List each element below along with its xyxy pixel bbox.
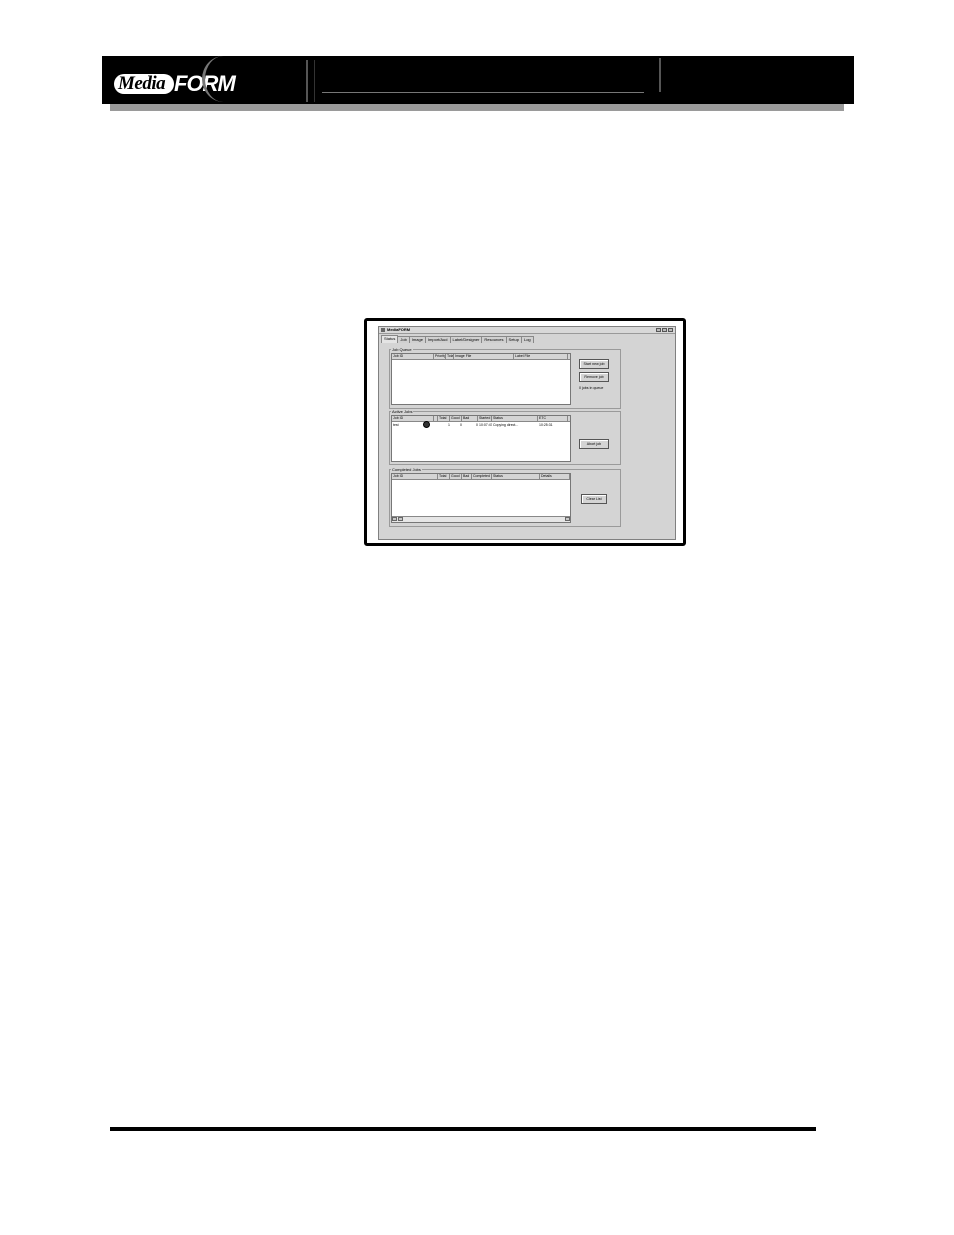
job-id-cell: test bbox=[393, 423, 399, 427]
column-header[interactable]: Bad bbox=[462, 416, 478, 421]
column-header[interactable]: Started bbox=[478, 416, 492, 421]
tab-resources[interactable]: Resources bbox=[481, 336, 507, 343]
column-header[interactable]: Total bbox=[438, 416, 450, 421]
column-header[interactable]: Bad bbox=[462, 474, 472, 479]
banner-divider bbox=[306, 60, 308, 102]
job-queue-header: Job ID Priority Total Image File Label F… bbox=[392, 354, 570, 360]
window-controls bbox=[656, 328, 673, 332]
column-header[interactable]: Job ID bbox=[392, 474, 438, 479]
scroll-left-icon[interactable] bbox=[392, 517, 397, 521]
active-jobs-label: Active Jobs bbox=[391, 409, 414, 414]
scroll-thumb[interactable] bbox=[398, 517, 403, 521]
logo-swoosh bbox=[202, 56, 245, 102]
remove-job-button[interactable]: Remove job bbox=[579, 372, 609, 382]
tab-image[interactable]: Image bbox=[408, 336, 426, 343]
minimize-icon[interactable] bbox=[656, 328, 661, 332]
footer-rule bbox=[110, 1127, 816, 1131]
tab-setup[interactable]: Setup bbox=[505, 336, 522, 343]
abort-job-button[interactable]: Abort job bbox=[579, 439, 609, 449]
tab-log[interactable]: Log bbox=[520, 336, 534, 343]
column-header[interactable]: Priority bbox=[434, 354, 446, 359]
column-header[interactable]: Details bbox=[540, 474, 570, 479]
tab-status[interactable]: Status bbox=[381, 335, 399, 343]
banner-divider bbox=[314, 60, 315, 102]
column-header[interactable]: Label File bbox=[514, 354, 568, 359]
tab-strip: Status Job Image Import/Aud Label/Design… bbox=[381, 335, 534, 343]
active-jobs-list[interactable]: Job ID Total Good Bad Started Status ETC… bbox=[391, 415, 571, 462]
total-cell: 1 bbox=[448, 423, 450, 427]
clear-list-button[interactable]: Clear List bbox=[581, 494, 607, 504]
column-header[interactable]: Total bbox=[438, 474, 450, 479]
column-header[interactable]: Completed bbox=[472, 474, 492, 479]
job-queue-list[interactable]: Job ID Priority Total Image File Label F… bbox=[391, 353, 571, 405]
app-icon bbox=[381, 328, 385, 332]
column-header[interactable]: ETC bbox=[538, 416, 568, 421]
column-header[interactable]: Total bbox=[446, 354, 454, 359]
completed-jobs-header: Job ID Total Good Bad Completed Status D… bbox=[392, 474, 570, 480]
etc-cell: 10:25:31 bbox=[539, 423, 553, 427]
column-header[interactable]: Status bbox=[492, 474, 540, 479]
good-cell: 0 bbox=[460, 423, 462, 427]
header-shadow bbox=[110, 104, 844, 111]
status-cell: Copying direct... bbox=[493, 423, 519, 427]
column-header[interactable]: Image File bbox=[454, 354, 514, 359]
bad-cell: 0 bbox=[476, 423, 478, 427]
mediaform-window: MediaFORM Status Job Image Import/Aud La… bbox=[378, 326, 676, 540]
window-title: MediaFORM bbox=[387, 327, 411, 332]
tab-import[interactable]: Import/Aud bbox=[424, 336, 451, 343]
logo-media-text: Media bbox=[118, 73, 166, 94]
banner-underline bbox=[322, 92, 644, 93]
column-header[interactable]: Status bbox=[492, 416, 538, 421]
column-header[interactable]: Good bbox=[450, 416, 462, 421]
close-icon[interactable] bbox=[668, 328, 673, 332]
completed-jobs-list[interactable]: Job ID Total Good Bad Completed Status D… bbox=[391, 473, 571, 523]
column-header[interactable]: Good bbox=[450, 474, 462, 479]
horizontal-scrollbar[interactable] bbox=[392, 516, 570, 522]
job-queue-label: Job Queue bbox=[391, 347, 413, 352]
jobs-in-queue-text: 0 jobs in queue bbox=[579, 386, 604, 390]
start-new-job-button[interactable]: Start new job bbox=[579, 359, 609, 369]
mediaform-logo: Media FORM bbox=[112, 56, 236, 102]
scroll-right-icon[interactable] bbox=[565, 517, 570, 521]
started-cell: 10:07:47 bbox=[479, 423, 492, 427]
table-row[interactable]: test 1 0 0 10:07:47 Copying direct... 10… bbox=[392, 422, 570, 428]
banner-divider bbox=[659, 58, 661, 92]
column-header[interactable]: Job ID bbox=[392, 354, 434, 359]
completed-jobs-label: Completed Jobs bbox=[391, 467, 422, 472]
window-titlebar[interactable]: MediaFORM bbox=[379, 327, 675, 334]
maximize-icon[interactable] bbox=[662, 328, 667, 332]
busy-cursor-icon bbox=[423, 421, 430, 428]
tab-label-designer[interactable]: Label/Designer bbox=[449, 336, 483, 343]
